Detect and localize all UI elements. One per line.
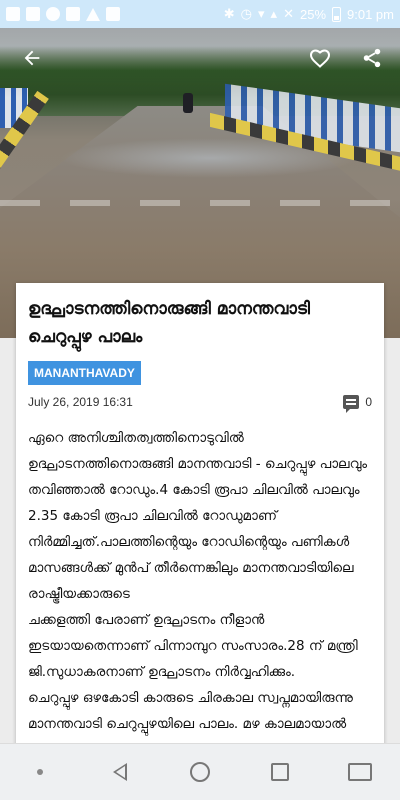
hero-watermark (0, 200, 400, 206)
article-card: ഉദ്ഘാടനത്തിനൊരുങ്ങി മാനന്തവാടി ചെറുപ്പുഴ… (16, 283, 384, 753)
nav-recents-button[interactable] (266, 758, 294, 786)
notification-image-icon (26, 7, 40, 21)
signal-icon: ▴ (270, 6, 278, 21)
notification-icons (6, 7, 120, 21)
arrow-back-icon (24, 50, 40, 66)
back-button[interactable] (18, 44, 46, 72)
nav-back-button[interactable] (106, 758, 134, 786)
battery-percent: 25% (299, 6, 327, 22)
hero-top-gradient (0, 28, 400, 98)
mute-icon: ✕ (283, 6, 294, 21)
notification-dot-icon (106, 7, 120, 21)
switch-apps-icon (348, 763, 372, 781)
nav-switch-button[interactable] (346, 758, 374, 786)
notification-location-icon (86, 7, 100, 21)
notification-runner-icon (46, 7, 60, 21)
battery-icon (332, 6, 342, 22)
back-triangle-icon (113, 763, 127, 781)
home-circle-icon (190, 762, 210, 782)
heart-icon (309, 49, 331, 68)
comment-count: 0 (365, 395, 372, 409)
status-bar: ✱ ◷ ▾ ▴ ✕ 25% 9:01 pm (0, 0, 400, 28)
nav-home-button[interactable] (186, 758, 214, 786)
nav-dot-button[interactable] (26, 758, 54, 786)
notification-person-icon (66, 7, 80, 21)
category-badge[interactable]: MANANTHAVADY (28, 361, 141, 385)
comment-icon (343, 395, 360, 413)
alarm-icon: ◷ (240, 6, 253, 21)
article-body: ഏറെ അനിശ്ചിതത്വത്തിനൊടുവിൽ ഉദ്ഘാടനത്തിനൊ… (28, 430, 368, 753)
article-date: July 26, 2019 16:31 (28, 395, 133, 409)
wifi-icon: ▾ (258, 6, 265, 21)
recents-square-icon (271, 763, 289, 781)
clock: 9:01 pm (347, 6, 394, 22)
article-meta: July 26, 2019 16:31 0 (28, 395, 372, 413)
system-nav-bar (0, 743, 400, 800)
notification-app-icon (6, 7, 20, 21)
comments-button[interactable]: 0 (343, 395, 372, 413)
share-button[interactable] (358, 44, 386, 72)
system-status: ✱ ◷ ▾ ▴ ✕ 25% 9:01 pm (224, 6, 394, 22)
article-title: ഉദ്ഘാടനത്തിനൊരുങ്ങി മാനന്തവാടി ചെറുപ്പുഴ… (28, 299, 310, 347)
bluetooth-icon: ✱ (223, 6, 235, 21)
favorite-button[interactable] (306, 44, 334, 72)
dot-icon (37, 769, 43, 775)
share-icon (363, 48, 381, 68)
